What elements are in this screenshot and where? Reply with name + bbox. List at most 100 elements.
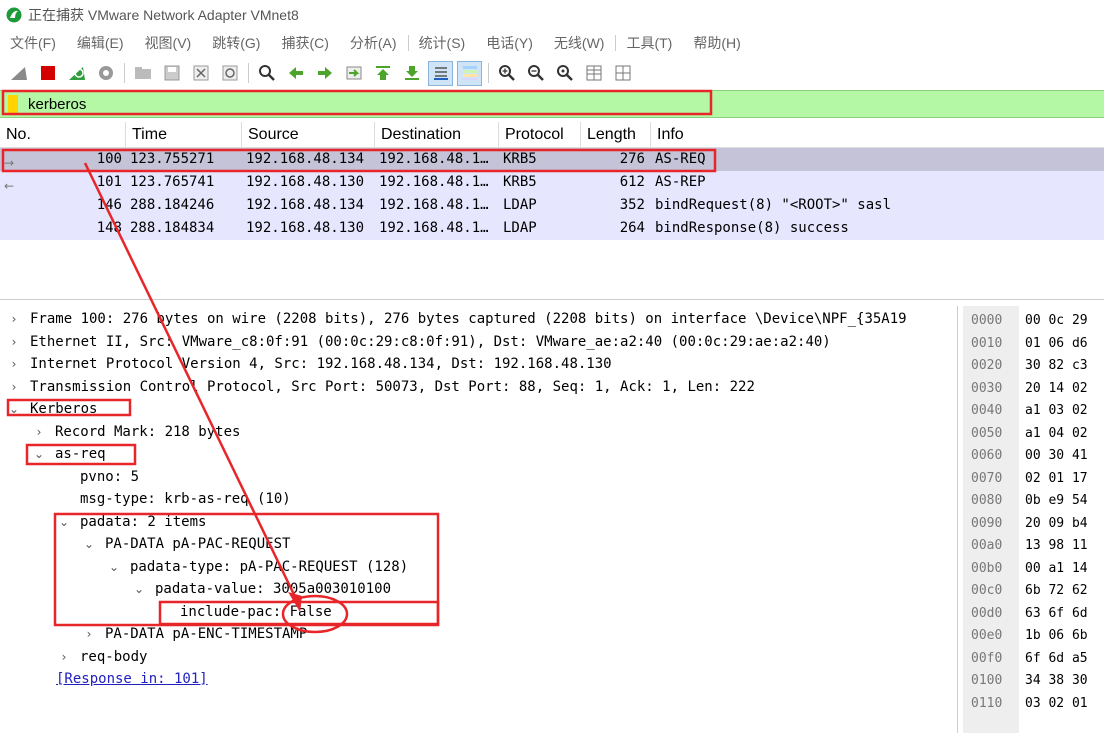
zoom-in-button[interactable]	[494, 61, 519, 86]
column-header-protocol[interactable]: Protocol	[499, 122, 581, 147]
zoom-out-button[interactable]	[523, 61, 548, 86]
column-header-info[interactable]: Info	[651, 122, 1104, 147]
tree-item-padata-type[interactable]: ⌄ padata-type: pA-PAC-REQUEST (128)	[0, 556, 957, 579]
display-filter-input[interactable]: kerberos	[28, 96, 86, 113]
packet-row[interactable]: → 100 123.755271 192.168.48.134 192.168.4…	[0, 148, 1104, 171]
menu-analyze[interactable]: 分析(A)	[340, 30, 408, 56]
chevron-right-icon[interactable]: ›	[4, 308, 24, 331]
hex-bytes[interactable]: 00 a1 14	[1025, 558, 1088, 581]
column-header-time[interactable]: Time	[126, 122, 242, 147]
column-header-destination[interactable]: Destination	[375, 122, 499, 147]
hex-bytes[interactable]: 00 30 41	[1025, 445, 1088, 468]
hex-bytes[interactable]: 01 06 d6	[1025, 333, 1088, 356]
chevron-right-icon[interactable]: ›	[79, 623, 99, 646]
tree-item-ethernet[interactable]: › Ethernet II, Src: VMware_c8:0f:91 (00:0…	[0, 331, 957, 354]
menu-capture[interactable]: 捕获(C)	[271, 30, 339, 56]
menu-statistics[interactable]: 统计(S)	[409, 30, 477, 56]
go-to-packet-button[interactable]	[341, 61, 366, 86]
find-packet-button[interactable]	[254, 61, 279, 86]
wireshark-fin-icon	[6, 7, 22, 23]
hex-bytes[interactable]: 20 09 b4	[1025, 513, 1088, 536]
hex-bytes[interactable]: 02 01 17	[1025, 468, 1088, 491]
stop-capture-button[interactable]	[35, 61, 60, 86]
tree-item-msg-type[interactable]: msg-type: krb-as-req (10)	[0, 488, 957, 511]
packet-protocol: LDAP	[503, 220, 537, 236]
chevron-down-icon[interactable]: ⌄	[4, 398, 24, 421]
go-back-button[interactable]	[283, 61, 308, 86]
chevron-right-icon[interactable]: ›	[54, 646, 74, 669]
tree-item-tcp[interactable]: › Transmission Control Protocol, Src Port…	[0, 376, 957, 399]
menu-file[interactable]: 文件(F)	[0, 30, 67, 56]
tree-item-pa-data-pac-request[interactable]: ⌄ PA-DATA pA-PAC-REQUEST	[0, 533, 957, 556]
chevron-right-icon[interactable]: ›	[4, 331, 24, 354]
packet-list-header: No. Time Source Destination Protocol Len…	[0, 122, 1104, 148]
menu-tools[interactable]: 工具(T)	[616, 30, 683, 56]
response-in-link[interactable]: [Response in: 101]	[0, 668, 957, 691]
reload-icon	[222, 65, 237, 81]
chevron-down-icon[interactable]: ⌄	[54, 511, 74, 534]
tree-item-pvno[interactable]: pvno: 5	[0, 466, 957, 489]
menu-wireless[interactable]: 无线(W)	[544, 30, 616, 56]
autoscroll-button[interactable]	[428, 60, 453, 86]
hex-bytes[interactable]: a1 04 02	[1025, 423, 1088, 446]
tree-item-record-mark[interactable]: › Record Mark: 218 bytes	[0, 421, 957, 444]
hex-bytes[interactable]: a1 03 02	[1025, 400, 1088, 423]
restart-capture-button[interactable]	[64, 61, 89, 86]
packet-row[interactable]: 146 288.184246 192.168.48.134 192.168.48…	[0, 194, 1104, 217]
filter-bookmark-icon[interactable]	[8, 95, 18, 113]
go-last-button[interactable]	[399, 61, 424, 86]
tree-item-ip[interactable]: › Internet Protocol Version 4, Src: 192.1…	[0, 353, 957, 376]
go-first-button[interactable]	[370, 61, 395, 86]
start-capture-button[interactable]	[6, 61, 31, 86]
open-file-button[interactable]	[130, 61, 155, 86]
colorize-button[interactable]	[457, 60, 482, 86]
packet-list: No. Time Source Destination Protocol Len…	[0, 122, 1104, 300]
chevron-down-icon[interactable]: ⌄	[79, 533, 99, 556]
tree-item-as-req[interactable]: ⌄ as-req	[0, 443, 957, 466]
column-header-no[interactable]: No.	[0, 122, 126, 147]
chevron-down-icon[interactable]: ⌄	[29, 443, 49, 466]
hex-bytes[interactable]: 1b 06 6b	[1025, 625, 1088, 648]
tree-item-padata-value[interactable]: ⌄ padata-value: 3005a003010100	[0, 578, 957, 601]
save-file-button[interactable]	[159, 61, 184, 86]
folder-icon	[134, 67, 151, 79]
hex-bytes[interactable]: 00 0c 29	[1025, 310, 1088, 333]
go-forward-button[interactable]	[312, 61, 337, 86]
hex-bytes[interactable]: 30 82 c3	[1025, 355, 1088, 378]
hex-bytes[interactable]: 63 6f 6d	[1025, 603, 1088, 626]
layout-button[interactable]	[610, 61, 635, 86]
tree-item-pa-data-enc-timestamp[interactable]: › PA-DATA pA-ENC-TIMESTAMP	[0, 623, 957, 646]
hex-offset: 0030	[971, 380, 1003, 396]
hex-bytes[interactable]: 6f 6d a5	[1025, 648, 1088, 671]
tree-item-kerberos[interactable]: ⌄ Kerberos	[0, 398, 957, 421]
chevron-right-icon[interactable]: ›	[4, 376, 24, 399]
packet-row[interactable]: 148 288.184834 192.168.48.130 192.168.48…	[0, 217, 1104, 240]
zoom-reset-button[interactable]	[552, 61, 577, 86]
tree-item-frame[interactable]: › Frame 100: 276 bytes on wire (2208 bits…	[0, 308, 957, 331]
hex-bytes[interactable]: 03 02 01	[1025, 693, 1088, 716]
resize-columns-button[interactable]	[581, 61, 606, 86]
hex-bytes[interactable]: 6b 72 62	[1025, 580, 1088, 603]
menu-view[interactable]: 视图(V)	[135, 30, 203, 56]
menu-telephony[interactable]: 电话(Y)	[476, 30, 544, 56]
chevron-down-icon[interactable]: ⌄	[104, 556, 124, 579]
hex-bytes[interactable]: 20 14 02	[1025, 378, 1088, 401]
hex-bytes[interactable]: 34 38 30	[1025, 670, 1088, 693]
tree-item-req-body[interactable]: › req-body	[0, 646, 957, 669]
chevron-down-icon[interactable]: ⌄	[129, 578, 149, 601]
hex-bytes[interactable]: 0b e9 54	[1025, 490, 1088, 513]
reload-file-button[interactable]	[217, 61, 242, 86]
column-header-source[interactable]: Source	[242, 122, 375, 147]
close-file-button[interactable]	[188, 61, 213, 86]
capture-options-button[interactable]	[93, 61, 118, 86]
hex-bytes[interactable]: 13 98 11	[1025, 535, 1088, 558]
tree-item-include-pac[interactable]: include-pac: False	[0, 601, 957, 624]
menu-help[interactable]: 帮助(H)	[683, 30, 751, 56]
chevron-right-icon[interactable]: ›	[29, 421, 49, 444]
column-header-length[interactable]: Length	[581, 122, 651, 147]
tree-item-padata[interactable]: ⌄ padata: 2 items	[0, 511, 957, 534]
packet-row[interactable]: ← 101 123.765741 192.168.48.130 192.168.4…	[0, 171, 1104, 194]
menu-go[interactable]: 跳转(G)	[202, 30, 271, 56]
chevron-right-icon[interactable]: ›	[4, 353, 24, 376]
menu-edit[interactable]: 编辑(E)	[67, 30, 135, 56]
